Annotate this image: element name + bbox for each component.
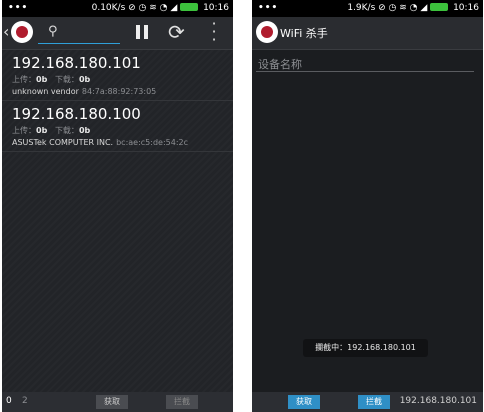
- target-ip: 192.168.180.101: [399, 396, 477, 406]
- vendor-name: unknown vendor: [12, 87, 79, 96]
- upload-value: 0b: [36, 126, 48, 135]
- more-vert-icon[interactable]: · · ·: [210, 16, 218, 48]
- clock: 10:16: [453, 3, 479, 13]
- device-row[interactable]: 192.168.180.100 上传：0b 下载：0b ASUSTek COMP…: [2, 101, 233, 152]
- battery-icon: [180, 3, 199, 11]
- device-name-field[interactable]: [256, 53, 478, 72]
- download-value: 0b: [78, 75, 91, 84]
- status-icons: ⊘ ◷ ≋ ◔ ◢: [128, 3, 178, 13]
- device-count: 2: [22, 396, 28, 406]
- notification-dots: •••: [8, 3, 29, 13]
- refresh-icon[interactable]: ⟳: [168, 20, 185, 44]
- clock: 10:16: [203, 3, 229, 13]
- block-button[interactable]: 拦截: [358, 395, 390, 409]
- device-vendor: ASUSTek COMPUTER INC. bc:ae:c5:de:54:2c: [12, 138, 188, 147]
- status-icons: ⊘ ◷ ≋ ◔ ◢: [378, 3, 428, 13]
- capture-button[interactable]: 获取: [288, 395, 320, 409]
- download-value: 0b: [78, 126, 91, 135]
- status-right: 0.10K/s ⊘ ◷ ≋ ◔ ◢ 10:16: [92, 0, 229, 17]
- bottom-bar: 获取 拦截 192.168.180.101: [252, 392, 483, 412]
- app-title: WiFi 杀手: [280, 27, 328, 40]
- device-row[interactable]: 192.168.180.101 上传：0b 下载：0b unknown vend…: [2, 50, 233, 101]
- search-input[interactable]: ⚲: [38, 23, 120, 44]
- mac-address: 84:7a:88:92:73:05: [81, 87, 157, 96]
- app-logo-icon[interactable]: [11, 21, 33, 43]
- pause-icon[interactable]: [136, 25, 148, 39]
- battery-icon: [430, 3, 449, 11]
- action-bar: ‹ ⚲ ⟳ · · ·: [2, 16, 233, 50]
- device-ip: 192.168.180.101: [12, 54, 141, 72]
- status-right: 1.9K/s ⊘ ◷ ≋ ◔ ◢ 10:16: [347, 0, 479, 17]
- status-bar: ••• 1.9K/s ⊘ ◷ ≋ ◔ ◢ 10:16: [252, 0, 483, 17]
- download-label: 下载：: [54, 75, 79, 84]
- device-ip: 192.168.180.100: [12, 105, 141, 123]
- blocking-toast: 攔截中：192.168.180.101: [303, 339, 428, 357]
- mac-address: bc:ae:c5:de:54:2c: [116, 138, 189, 147]
- upload-label: 上传：: [12, 126, 36, 135]
- vendor-name: ASUSTek COMPUTER INC.: [12, 138, 114, 147]
- search-icon: ⚲: [48, 24, 58, 39]
- upload-value: 0b: [36, 75, 48, 84]
- kill-screen: ••• 1.9K/s ⊘ ◷ ≋ ◔ ◢ 10:16 WiFi 杀手 攔截中：1…: [252, 0, 483, 412]
- download-label: 下载：: [54, 126, 79, 135]
- device-list-screen: ••• 0.10K/s ⊘ ◷ ≋ ◔ ◢ 10:16 ‹ ⚲ ⟳ · · · 19…: [2, 0, 233, 412]
- network-speed: 0.10K/s: [91, 3, 126, 13]
- capture-button[interactable]: 获取: [96, 395, 128, 409]
- device-name-input[interactable]: [256, 58, 478, 71]
- app-logo-icon[interactable]: [256, 21, 278, 43]
- device-traffic: 上传：0b 下载：0b: [12, 74, 90, 85]
- status-bar: ••• 0.10K/s ⊘ ◷ ≋ ◔ ◢ 10:16: [2, 0, 233, 17]
- device-vendor: unknown vendor 84:7a:88:92:73:05: [12, 87, 156, 96]
- upload-label: 上传：: [12, 75, 36, 84]
- selected-count: 0: [6, 396, 12, 406]
- network-speed: 1.9K/s: [347, 3, 376, 13]
- back-chevron-icon[interactable]: ‹: [3, 22, 9, 41]
- notification-dots: •••: [258, 3, 279, 13]
- bottom-bar: 0 2 获取 拦截: [2, 392, 233, 412]
- block-button[interactable]: 拦截: [166, 395, 198, 409]
- action-bar: WiFi 杀手: [252, 17, 483, 50]
- device-traffic: 上传：0b 下载：0b: [12, 125, 90, 136]
